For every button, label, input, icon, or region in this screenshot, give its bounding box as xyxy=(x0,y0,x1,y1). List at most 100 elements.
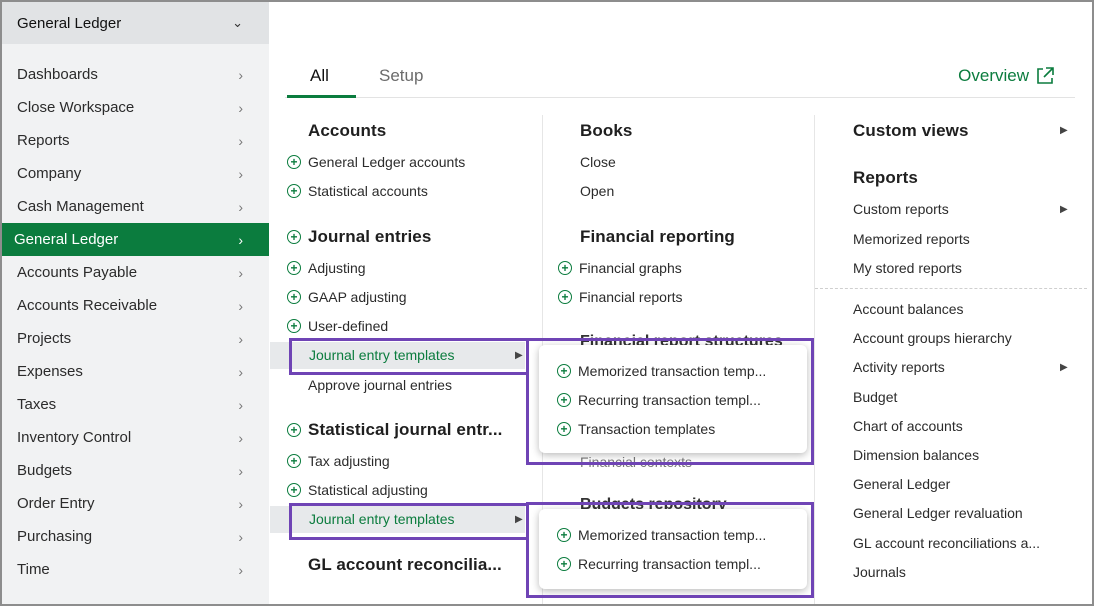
sidebar-header[interactable]: General Ledger ⌄ xyxy=(2,2,269,44)
link-adjusting[interactable]: + Adjusting xyxy=(287,260,366,276)
sidebar-item-order-entry[interactable]: Order Entry › xyxy=(2,487,269,520)
link-dimension-balances[interactable]: Dimension balances xyxy=(853,447,979,463)
sidebar-item-general-ledger[interactable]: General Ledger › xyxy=(2,223,269,256)
highlight-box xyxy=(526,537,529,598)
link-financial-graphs[interactable]: + Financial graphs xyxy=(558,260,682,276)
plus-circle-icon[interactable]: + xyxy=(287,184,301,198)
sidebar-list: Dashboards › Close Workspace › Reports › Co… xyxy=(2,58,269,586)
link-label: General Ledger xyxy=(853,476,951,492)
chevron-right-icon: › xyxy=(238,363,243,380)
plus-circle-icon[interactable]: + xyxy=(287,155,301,169)
section-title-statistical-journal: Statistical journal entr... xyxy=(308,420,503,439)
link-account-groups-hierarchy[interactable]: Account groups hierarchy xyxy=(853,330,1012,346)
plus-circle-icon[interactable]: + xyxy=(287,230,301,244)
sidebar-item-budgets[interactable]: Budgets › xyxy=(2,454,269,487)
sidebar-item-dashboards[interactable]: Dashboards › xyxy=(2,58,269,91)
caret-right-icon: ▶ xyxy=(1060,204,1068,215)
highlight-box xyxy=(526,502,814,598)
link-journals[interactable]: Journals xyxy=(853,564,906,580)
sidebar-item-accounts-payable[interactable]: Accounts Payable › xyxy=(2,256,269,289)
column-divider xyxy=(814,115,815,604)
sidebar-item-label: Accounts Receivable xyxy=(17,297,158,314)
section-title-financial-reporting: Financial reporting xyxy=(580,227,735,246)
link-label: Statistical adjusting xyxy=(308,482,428,498)
section-title-custom-views[interactable]: Custom views xyxy=(853,121,969,141)
link-label: Journals xyxy=(853,564,906,580)
link-custom-reports[interactable]: Custom reports xyxy=(853,201,949,217)
plus-circle-icon[interactable]: + xyxy=(287,319,301,333)
section-journal-entries[interactable]: + Journal entries xyxy=(287,227,431,247)
sidebar-item-inventory-control[interactable]: Inventory Control › xyxy=(2,421,269,454)
section-title-books: Books xyxy=(580,121,633,140)
link-financial-reports[interactable]: + Financial reports xyxy=(558,289,683,305)
link-general-ledger-revaluation[interactable]: General Ledger revaluation xyxy=(853,505,1023,521)
sidebar-item-accounts-receivable[interactable]: Accounts Receivable › xyxy=(2,289,269,322)
link-statistical-adjusting[interactable]: + Statistical adjusting xyxy=(287,482,428,498)
sidebar-item-expenses[interactable]: Expenses › xyxy=(2,355,269,388)
section-title-reports: Reports xyxy=(853,168,918,187)
sidebar-item-label: Accounts Payable xyxy=(17,264,138,281)
plus-circle-icon[interactable]: + xyxy=(287,454,301,468)
plus-circle-icon[interactable]: + xyxy=(558,261,572,275)
chevron-right-icon: › xyxy=(238,528,243,545)
link-tax-adjusting[interactable]: + Tax adjusting xyxy=(287,453,390,469)
link-label: Memorized reports xyxy=(853,231,970,247)
sidebar-item-label: Expenses xyxy=(17,363,83,380)
sidebar-item-label: Order Entry xyxy=(17,495,95,512)
plus-circle-icon[interactable]: + xyxy=(558,290,572,304)
sidebar-item-label: Time xyxy=(17,561,50,578)
link-memorized-reports[interactable]: Memorized reports xyxy=(853,231,970,247)
link-label: GAAP adjusting xyxy=(308,289,407,305)
divider xyxy=(815,288,1087,289)
external-link-icon xyxy=(1037,67,1054,84)
chevron-right-icon: › xyxy=(238,165,243,182)
sidebar-item-close-workspace[interactable]: Close Workspace › xyxy=(2,91,269,124)
link-chart-of-accounts[interactable]: Chart of accounts xyxy=(853,418,963,434)
link-label: GL account reconciliations a... xyxy=(853,535,1041,551)
chevron-right-icon: › xyxy=(238,132,243,149)
overview-label: Overview xyxy=(958,66,1029,85)
link-user-defined[interactable]: + User-defined xyxy=(287,318,388,334)
sidebar-item-label: Close Workspace xyxy=(17,99,135,116)
plus-circle-icon[interactable]: + xyxy=(287,423,301,437)
link-label: User-defined xyxy=(308,318,389,334)
tab-setup[interactable]: Setup xyxy=(379,66,423,86)
link-general-ledger-accounts[interactable]: + General Ledger accounts xyxy=(287,154,465,170)
link-gl-account-reconciliations[interactable]: GL account reconciliations a... xyxy=(853,535,1040,551)
highlight-box xyxy=(526,338,814,465)
link-account-balances[interactable]: Account balances xyxy=(853,301,964,317)
tab-all[interactable]: All xyxy=(310,66,329,86)
plus-circle-icon[interactable]: + xyxy=(287,290,301,304)
link-label: General Ledger accounts xyxy=(308,154,466,170)
sidebar-item-label: Cash Management xyxy=(17,198,144,215)
section-statistical-journal-entries[interactable]: + Statistical journal entr... xyxy=(287,420,502,440)
sidebar-item-time[interactable]: Time › xyxy=(2,553,269,586)
caret-right-icon: ▶ xyxy=(1060,362,1068,373)
link-general-ledger[interactable]: General Ledger xyxy=(853,476,950,492)
overview-link[interactable]: Overview xyxy=(958,66,1055,86)
plus-circle-icon[interactable]: + xyxy=(287,261,301,275)
link-label: Budget xyxy=(853,389,898,405)
chevron-right-icon: › xyxy=(238,66,243,83)
sidebar-item-purchasing[interactable]: Purchasing › xyxy=(2,520,269,553)
link-my-stored-reports[interactable]: My stored reports xyxy=(853,260,962,276)
link-budget[interactable]: Budget xyxy=(853,389,897,405)
link-statistical-accounts[interactable]: + Statistical accounts xyxy=(287,183,428,199)
highlight-box xyxy=(289,338,529,375)
link-label: Statistical accounts xyxy=(308,183,428,199)
link-close[interactable]: Close xyxy=(580,154,616,170)
plus-circle-icon[interactable]: + xyxy=(287,483,301,497)
sidebar-item-label: Company xyxy=(17,165,82,182)
link-gaap-adjusting[interactable]: + GAAP adjusting xyxy=(287,289,407,305)
link-label: Chart of accounts xyxy=(853,418,963,434)
chevron-right-icon: › xyxy=(238,429,243,446)
link-activity-reports[interactable]: Activity reports xyxy=(853,359,945,375)
section-title-journal-entries: Journal entries xyxy=(308,227,432,246)
sidebar-item-reports[interactable]: Reports › xyxy=(2,124,269,157)
link-open[interactable]: Open xyxy=(580,183,614,199)
sidebar-item-company[interactable]: Company › xyxy=(2,157,269,190)
sidebar-item-cash-management[interactable]: Cash Management › xyxy=(2,190,269,223)
sidebar-item-taxes[interactable]: Taxes › xyxy=(2,388,269,421)
sidebar-item-projects[interactable]: Projects › xyxy=(2,322,269,355)
link-approve-journal-entries[interactable]: Approve journal entries xyxy=(308,377,452,393)
